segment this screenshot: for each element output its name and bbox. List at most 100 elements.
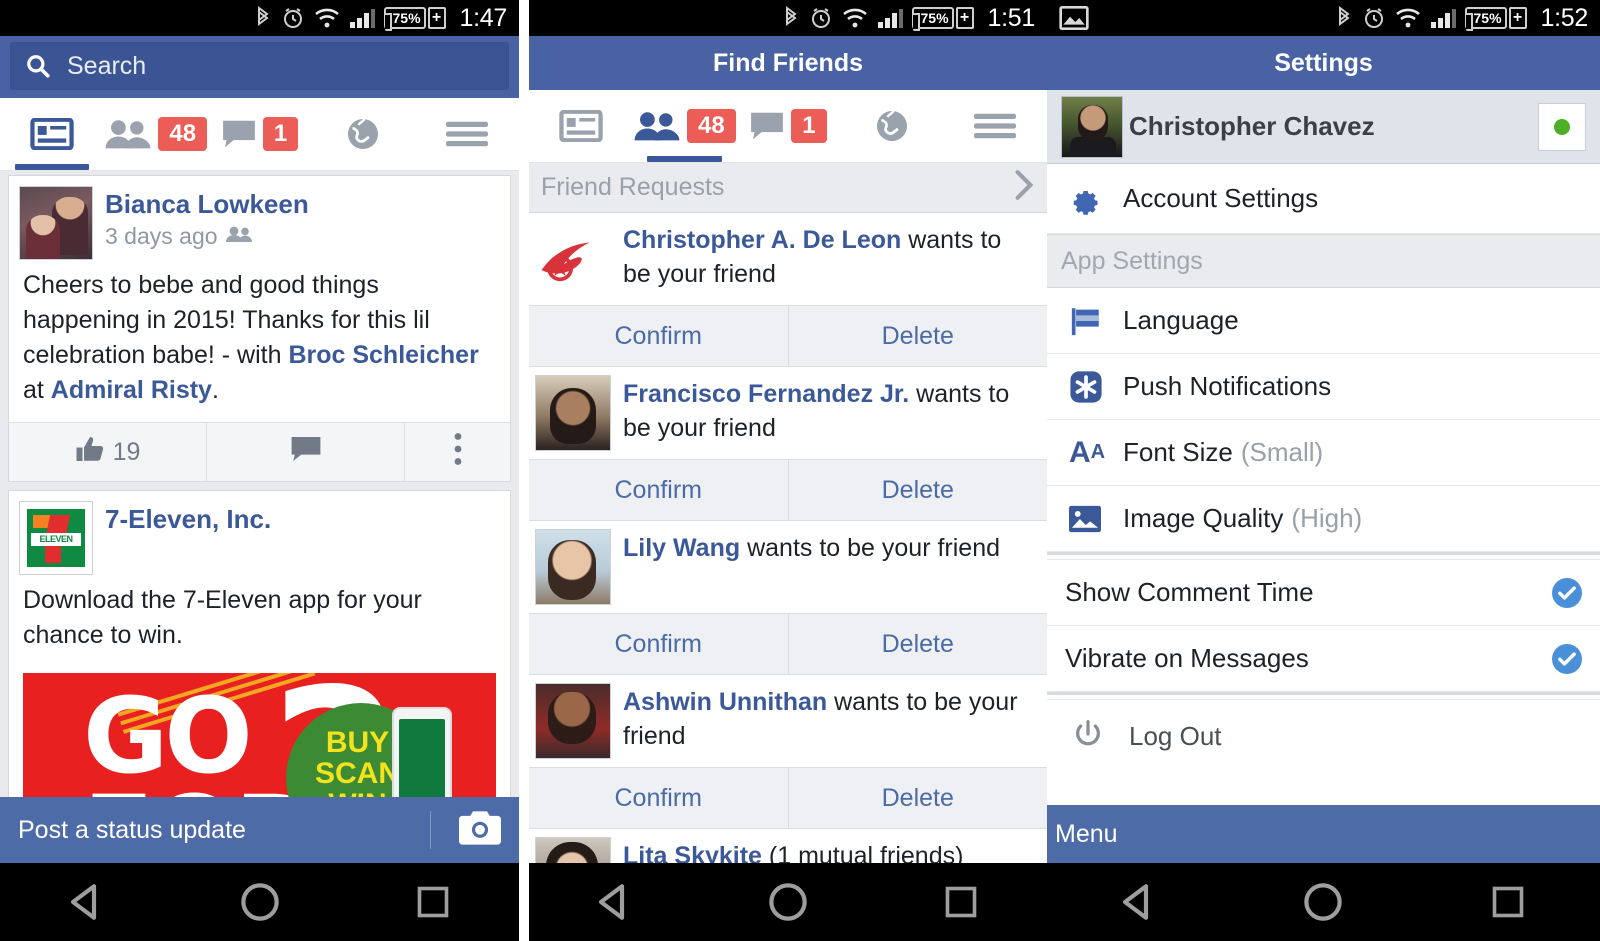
sidebar-item-language[interactable]: Language: [1047, 288, 1600, 354]
messages-badge: 1: [262, 117, 299, 151]
recents-icon[interactable]: [388, 863, 478, 941]
avatar[interactable]: [535, 221, 611, 297]
toggle-vibrate-on-messages[interactable]: Vibrate on Messages: [1047, 626, 1600, 692]
avatar[interactable]: [535, 837, 611, 863]
tab-news-feed[interactable]: [529, 90, 633, 162]
section-label: App Settings: [1061, 246, 1203, 275]
request-actions: Confirm Delete: [529, 459, 1047, 521]
bluetooth-icon: [782, 6, 800, 30]
android-nav-bar: [0, 863, 519, 941]
friend-request-list[interactable]: Christopher A. De Leon wants to be your …: [529, 213, 1047, 863]
recents-icon[interactable]: [916, 863, 1006, 941]
profile-row[interactable]: Christopher Chavez: [1047, 90, 1600, 164]
avatar[interactable]: [1061, 95, 1123, 158]
post-tag-place[interactable]: Admiral Risty: [51, 376, 212, 404]
request-name[interactable]: Lily Wang: [623, 534, 740, 562]
list-item[interactable]: Francisco Fernandez Jr. wants to be your…: [529, 367, 1047, 459]
recents-icon[interactable]: [1463, 863, 1553, 941]
confirm-button[interactable]: Confirm: [529, 614, 788, 674]
status-bar: 75% + 1:52: [1047, 0, 1600, 36]
request-name[interactable]: Christopher A. De Leon: [623, 226, 901, 254]
chevron-right-icon[interactable]: [1013, 169, 1035, 206]
delete-button[interactable]: Delete: [787, 768, 1048, 828]
post-actions: 19: [9, 422, 510, 481]
panel-settings: 75% + 1:52 Settings Christopher Chavez A…: [1047, 0, 1600, 941]
alarm-icon: [1362, 6, 1386, 30]
panel-find-friends: 75% + 1:51 Find Friends 48 1 Friend Requ…: [529, 0, 1047, 941]
request-name[interactable]: Ashwin Unnithan: [623, 688, 827, 716]
tab-messages[interactable]: 1: [208, 98, 312, 170]
avatar[interactable]: ELEVEN: [19, 501, 93, 575]
alarm-icon: [809, 6, 833, 30]
like-button[interactable]: 19: [9, 423, 206, 481]
friend-requests-section-header[interactable]: Friend Requests: [529, 163, 1047, 213]
settings-list[interactable]: Christopher Chavez Account Settings App …: [1047, 90, 1600, 863]
confirm-button[interactable]: Confirm: [529, 768, 788, 828]
more-vertical-icon: [453, 432, 463, 473]
tab-friend-requests[interactable]: 48: [104, 98, 208, 170]
camera-icon[interactable]: [459, 810, 501, 850]
sidebar-item-push-notifications[interactable]: Push Notifications: [1047, 354, 1600, 420]
tab-notifications[interactable]: [311, 98, 415, 170]
tab-more[interactable]: [415, 98, 519, 170]
request-name[interactable]: Francisco Fernandez Jr.: [623, 380, 909, 408]
menu-bar[interactable]: Menu: [1047, 805, 1600, 863]
post-more-button[interactable]: [404, 423, 510, 481]
sidebar-item-font-size[interactable]: AA Font Size (Small): [1047, 420, 1600, 486]
panel-news-feed: 75% + 1:47 Search 48 1 Bianca Lowkeen 3 …: [0, 0, 519, 941]
battery-charging-icon: +: [955, 7, 974, 29]
presence-toggle[interactable]: [1538, 102, 1586, 151]
delete-button[interactable]: Delete: [787, 614, 1048, 674]
feed-post-ad[interactable]: ELEVEN 7-Eleven, Inc. Download the 7-Ele…: [8, 490, 511, 844]
post-tag-person[interactable]: Broc Schleicher: [288, 341, 478, 369]
tab-more[interactable]: [943, 90, 1047, 162]
back-icon[interactable]: [1094, 863, 1184, 941]
avatar[interactable]: [535, 529, 611, 605]
comment-button[interactable]: [206, 423, 404, 481]
list-item[interactable]: Lita Skykite (1 mutual friends) wants to…: [529, 829, 1047, 863]
news-feed-list[interactable]: Bianca Lowkeen 3 days ago Cheers to bebe…: [0, 171, 519, 863]
list-item[interactable]: Ashwin Unnithan wants to be your friend: [529, 675, 1047, 767]
confirm-button[interactable]: Confirm: [529, 306, 788, 366]
delete-button[interactable]: Delete: [787, 306, 1048, 366]
status-composer[interactable]: Post a status update: [0, 797, 519, 863]
home-icon[interactable]: [215, 863, 305, 941]
search-input[interactable]: Search: [10, 42, 509, 90]
home-icon[interactable]: [743, 863, 833, 941]
post-author[interactable]: 7-Eleven, Inc.: [105, 503, 271, 536]
post-timestamp: 3 days ago: [105, 223, 218, 249]
back-icon[interactable]: [570, 863, 660, 941]
toggle-show-comment-time[interactable]: Show Comment Time: [1047, 560, 1600, 626]
tab-friend-requests[interactable]: 48: [633, 90, 737, 162]
home-icon[interactable]: [1278, 863, 1368, 941]
avatar[interactable]: [535, 683, 611, 759]
list-item[interactable]: Christopher A. De Leon wants to be your …: [529, 213, 1047, 305]
avatar[interactable]: [535, 375, 611, 451]
android-nav-bar: [529, 863, 1047, 941]
post-body: Cheers to bebe and good things happening…: [9, 264, 510, 422]
post-body: Download the 7-Eleven app for your chanc…: [23, 586, 422, 649]
confirm-button[interactable]: Confirm: [529, 460, 788, 520]
back-icon[interactable]: [42, 863, 132, 941]
request-text: Lily Wang wants to be your friend: [623, 529, 1000, 605]
battery-charging-icon: +: [1508, 7, 1527, 29]
tab-news-feed[interactable]: [0, 98, 104, 170]
request-name[interactable]: Lita Skykite: [623, 842, 762, 863]
profile-name: Christopher Chavez: [1129, 111, 1375, 141]
messages-icon: [749, 111, 785, 141]
list-item[interactable]: Lily Wang wants to be your friend: [529, 521, 1047, 613]
feed-post[interactable]: Bianca Lowkeen 3 days ago Cheers to bebe…: [8, 175, 511, 482]
sidebar-item-image-quality[interactable]: Image Quality (High): [1047, 486, 1600, 552]
page-title: Settings: [1274, 48, 1373, 77]
avatar[interactable]: [19, 186, 93, 260]
checkmark-icon[interactable]: [1552, 643, 1582, 674]
tab-messages[interactable]: 1: [736, 90, 840, 162]
status-clock: 1:51: [987, 3, 1036, 32]
tab-notifications[interactable]: [840, 90, 944, 162]
checkmark-icon[interactable]: [1552, 577, 1582, 608]
logout-row[interactable]: Log Out: [1047, 700, 1600, 772]
post-author[interactable]: Bianca Lowkeen: [105, 188, 309, 221]
image-icon: [1069, 505, 1123, 533]
delete-button[interactable]: Delete: [787, 460, 1048, 520]
sidebar-item-account-settings[interactable]: Account Settings: [1047, 164, 1600, 234]
